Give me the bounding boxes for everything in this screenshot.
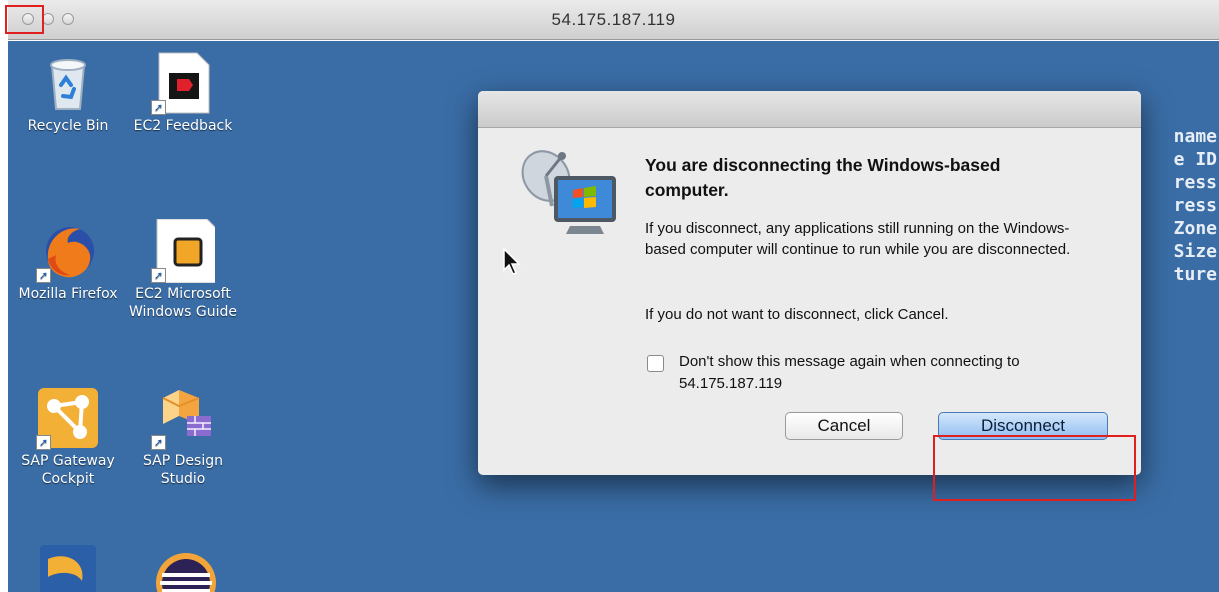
close-button-highlight xyxy=(5,5,44,34)
firefox-icon: ➚ xyxy=(36,219,100,283)
ec2-windows-guide-icon: ➚ xyxy=(151,218,220,284)
window-title: 54.175.187.119 xyxy=(551,10,676,29)
folder-app-icon xyxy=(40,545,96,592)
desktop-icon-partial-1[interactable] xyxy=(36,541,100,592)
dialog-message: If you disconnect, any applications stil… xyxy=(645,220,1071,258)
desktop-icon-ec2-windows-guide[interactable]: ➚ EC2 Microsoft Windows Guide xyxy=(128,218,238,321)
cancel-button[interactable]: Cancel xyxy=(785,412,903,440)
eclipse-icon xyxy=(156,553,216,592)
icon-label: EC2 Microsoft Windows Guide xyxy=(128,286,238,320)
disconnect-dialog: You are disconnecting the Windows-based … xyxy=(478,91,1141,475)
shortcut-arrow-icon: ➚ xyxy=(151,435,166,450)
icon-label: SAP Gateway Cockpit xyxy=(21,453,115,487)
dialog-heading: You are disconnecting the Windows-based … xyxy=(645,155,1001,200)
desktop-icon-recycle-bin[interactable]: Recycle Bin xyxy=(13,51,123,135)
ec2-feedback-icon: ➚ xyxy=(151,51,215,115)
mouse-cursor-icon xyxy=(503,248,521,275)
window-title-bar[interactable]: 54.175.187.119 xyxy=(8,0,1219,40)
desktop-icon-sap-design-studio[interactable]: ➚ SAP Design Studio xyxy=(128,386,238,488)
dont-show-again-label[interactable]: Don't show this message again when conne… xyxy=(679,351,1099,395)
desktop-icon-ec2-feedback[interactable]: ➚ EC2 Feedback xyxy=(128,51,238,135)
icon-label: SAP Design Studio xyxy=(143,453,223,487)
remote-desktop-icon xyxy=(518,146,622,247)
sap-design-studio-icon: ➚ xyxy=(151,386,215,450)
shortcut-arrow-icon: ➚ xyxy=(36,268,51,283)
disconnect-button-highlight xyxy=(933,435,1136,501)
sap-gateway-cockpit-icon: ➚ xyxy=(36,386,100,450)
dont-show-again-checkbox[interactable] xyxy=(647,355,664,372)
desktop-icon-partial-2[interactable] xyxy=(154,541,218,592)
dialog-title-bar[interactable] xyxy=(478,91,1141,128)
shortcut-arrow-icon: ➚ xyxy=(36,435,51,450)
shortcut-arrow-icon: ➚ xyxy=(151,268,166,283)
dialog-cancel-hint: If you do not want to disconnect, click … xyxy=(645,306,949,323)
desktop-icon-mozilla-firefox[interactable]: ➚ Mozilla Firefox xyxy=(13,219,123,303)
recycle-bin-icon xyxy=(36,51,100,115)
icon-label: Recycle Bin xyxy=(27,118,109,134)
icon-label: Mozilla Firefox xyxy=(18,286,118,302)
icon-label: EC2 Feedback xyxy=(133,118,233,134)
shortcut-arrow-icon: ➚ xyxy=(151,100,166,115)
background-system-info: name e ID ress ress Zone Size ture xyxy=(1173,126,1217,285)
desktop-icon-sap-gateway-cockpit[interactable]: ➚ SAP Gateway Cockpit xyxy=(13,386,123,488)
